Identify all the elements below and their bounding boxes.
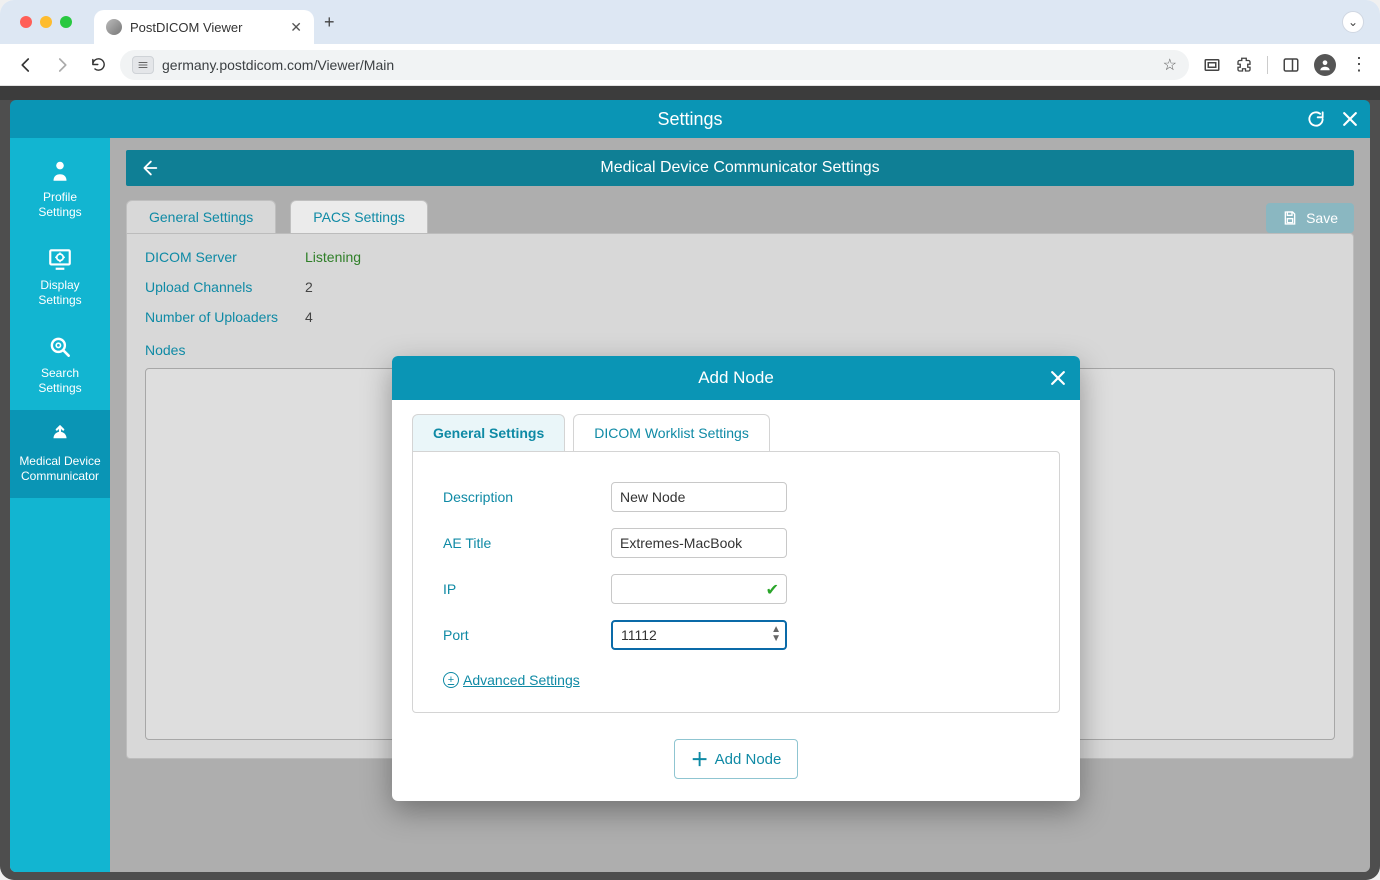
aetitle-input[interactable] xyxy=(611,528,787,558)
plus-icon: ＋ xyxy=(691,746,709,772)
tabstrip-chevron-icon[interactable]: ⌄ xyxy=(1342,11,1364,33)
window-maximize-icon[interactable] xyxy=(60,16,72,28)
nav-forward-button[interactable] xyxy=(48,51,76,79)
dicom-server-value: Listening xyxy=(305,249,361,265)
settings-sidebar: Profile Settings Display Settings Search… xyxy=(10,138,110,872)
settings-sub-title: Medical Device Communicator Settings xyxy=(600,159,879,177)
advanced-settings-link[interactable]: + Advanced Settings xyxy=(443,672,1029,688)
settings-title: Settings xyxy=(657,109,722,130)
sidebar-item-search[interactable]: Search Settings xyxy=(10,322,110,410)
browser-tabstrip: PostDICOM Viewer ✕ + ⌄ xyxy=(0,0,1380,44)
port-label: Port xyxy=(443,627,611,643)
browser-tab[interactable]: PostDICOM Viewer ✕ xyxy=(94,10,314,44)
add-node-button[interactable]: ＋ Add Node xyxy=(674,739,799,779)
sidebar-item-label: Medical Device Communicator xyxy=(19,454,100,484)
dicom-server-label: DICOM Server xyxy=(145,249,305,265)
ip-label: IP xyxy=(443,581,611,597)
upload-channels-value: 2 xyxy=(305,279,313,295)
description-label: Description xyxy=(443,489,611,505)
add-node-header: Add Node xyxy=(392,356,1080,400)
add-node-title: Add Node xyxy=(698,368,774,388)
nav-back-button[interactable] xyxy=(12,51,40,79)
upload-channels-label: Upload Channels xyxy=(145,279,305,295)
settings-sub-header: Medical Device Communicator Settings xyxy=(126,150,1354,186)
sidebar-item-mdc[interactable]: Medical Device Communicator xyxy=(10,410,110,498)
tab-general-settings[interactable]: General Settings xyxy=(126,200,276,233)
window-controls xyxy=(10,16,78,28)
close-icon[interactable] xyxy=(1340,109,1360,129)
aetitle-label: AE Title xyxy=(443,535,611,551)
url-text: germany.postdicom.com/Viewer/Main xyxy=(162,57,394,73)
kebab-menu-icon[interactable]: ⋮ xyxy=(1350,54,1368,75)
back-arrow-icon[interactable] xyxy=(138,150,160,186)
favicon-icon xyxy=(106,19,122,35)
install-app-icon[interactable] xyxy=(1203,56,1221,74)
plus-circle-icon: + xyxy=(443,672,459,688)
star-icon[interactable]: ☆ xyxy=(1163,55,1177,75)
tab-title: PostDICOM Viewer xyxy=(130,20,242,35)
check-icon: ✔ xyxy=(766,580,779,600)
url-bar[interactable]: germany.postdicom.com/Viewer/Main ☆ xyxy=(120,50,1189,80)
browser-toolbar: germany.postdicom.com/Viewer/Main ☆ ⋮ xyxy=(0,44,1380,86)
add-node-modal: Add Node General Settings DICOM Worklist… xyxy=(392,356,1080,801)
site-info-icon[interactable] xyxy=(132,56,154,74)
port-input[interactable] xyxy=(611,620,787,650)
sidebar-item-display[interactable]: Display Settings xyxy=(10,234,110,322)
description-input[interactable] xyxy=(611,482,787,512)
profile-icon[interactable] xyxy=(1314,54,1336,76)
sidebar-item-profile[interactable]: Profile Settings xyxy=(10,146,110,234)
sidepanel-icon[interactable] xyxy=(1282,56,1300,74)
new-tab-button[interactable]: + xyxy=(324,12,335,33)
settings-header: Settings xyxy=(10,100,1370,138)
sidebar-item-label: Profile Settings xyxy=(38,190,81,220)
window-close-icon[interactable] xyxy=(20,16,32,28)
save-button[interactable]: Save xyxy=(1266,203,1354,233)
window-minimize-icon[interactable] xyxy=(40,16,52,28)
uploaders-label: Number of Uploaders xyxy=(145,309,305,325)
tab-pacs-settings[interactable]: PACS Settings xyxy=(290,200,428,233)
nav-reload-button[interactable] xyxy=(84,51,112,79)
ip-input[interactable] xyxy=(611,574,787,604)
tab-close-icon[interactable]: ✕ xyxy=(290,19,302,36)
modal-close-icon[interactable] xyxy=(1048,356,1068,400)
save-icon xyxy=(1282,210,1298,226)
tab-node-general[interactable]: General Settings xyxy=(412,414,565,451)
add-node-form: Description AE Title IP ✔ xyxy=(412,451,1060,713)
tab-node-worklist[interactable]: DICOM Worklist Settings xyxy=(573,414,770,451)
uploaders-value: 4 xyxy=(305,309,313,325)
extensions-icon[interactable] xyxy=(1235,56,1253,74)
refresh-icon[interactable] xyxy=(1306,109,1326,129)
sidebar-item-label: Search Settings xyxy=(38,366,81,396)
stepper-icon[interactable]: ▲▼ xyxy=(771,625,781,643)
sidebar-item-label: Display Settings xyxy=(38,278,81,308)
